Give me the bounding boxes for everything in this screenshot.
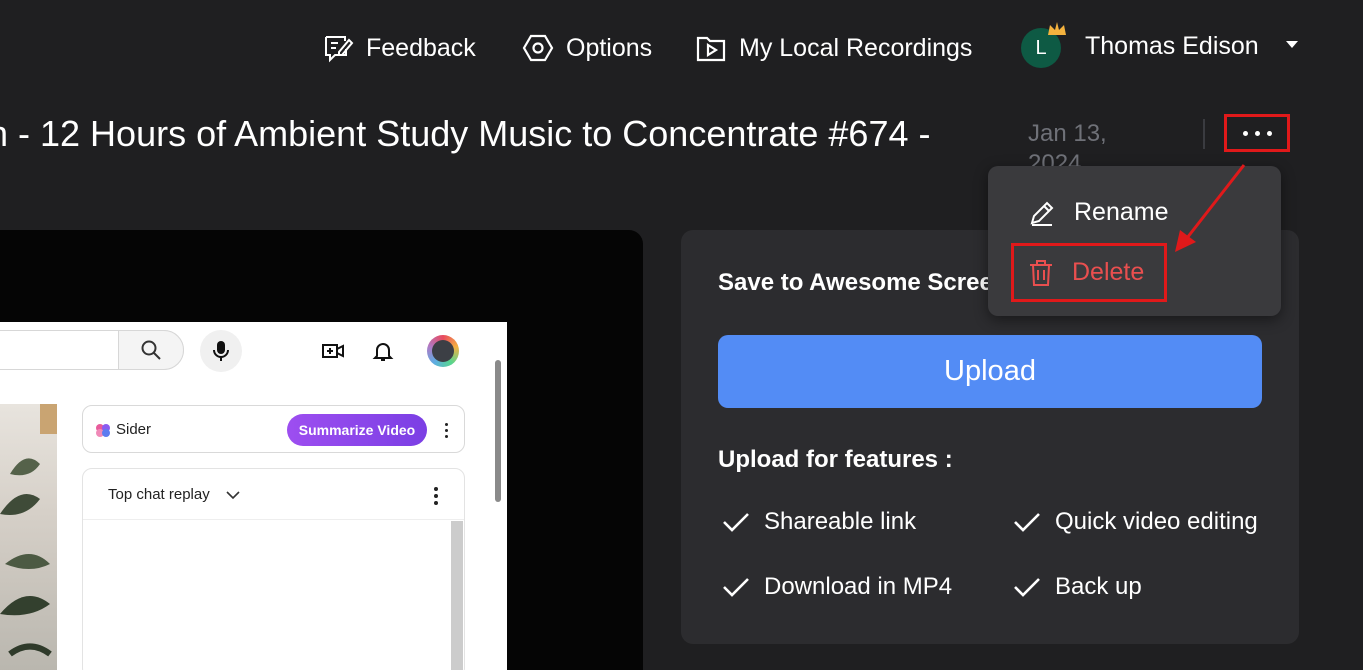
summarize-video-button: Summarize Video [287,414,427,446]
chat-replay-panel: Top chat replay [82,468,465,670]
more-vertical-icon [434,487,438,505]
feedback-icon [325,36,354,63]
my-local-recordings-button[interactable]: My Local Recordings [695,30,972,66]
options-icon [522,34,554,62]
more-dot-icon [1242,130,1248,136]
feedback-label: Feedback [366,33,476,62]
pencil-icon [1030,201,1054,226]
feature-label: Shareable link [764,508,917,535]
more-options-button[interactable] [1224,114,1290,152]
more-vertical-icon [445,423,449,438]
brain-icon [96,424,110,437]
feature-item: Shareable link [722,508,916,536]
divider [83,519,464,520]
feature-label: Back up [1055,573,1142,600]
upload-button[interactable]: Upload [718,335,1262,408]
crown-icon [1048,22,1066,35]
scrollbar [495,360,501,502]
recording-date: Jan 13, 2024 [1028,120,1107,171]
more-dot-icon [1254,130,1260,136]
sider-widget: Sider Summarize Video [82,405,465,453]
recording-title: n - 12 Hours of Ambient Study Music to C… [0,113,931,154]
avatar-initial: L [1035,36,1047,59]
feature-label: Quick video editing [1055,508,1258,535]
chevron-down-icon [226,491,240,500]
video-thumbnail [0,404,57,670]
folder-play-icon [696,36,726,62]
video-player[interactable]: Sider Summarize Video Top chat replay [0,230,643,670]
rename-label: Rename [1074,198,1169,226]
search-icon [118,330,184,370]
bell-icon [372,343,394,361]
scrollbar [451,521,463,670]
check-icon [1014,578,1040,597]
options-label: Options [566,33,653,62]
menu-item-rename[interactable]: Rename [1028,198,1169,227]
chat-replay-header: Top chat replay [108,486,210,503]
feature-item: Quick video editing [1013,508,1258,536]
delete-highlight-annotation [1011,243,1167,302]
user-name[interactable]: Thomas Edison [1085,30,1259,62]
sider-label: Sider [116,421,152,438]
recorded-browser-frame: Sider Summarize Video Top chat replay [0,322,507,670]
check-icon [1014,513,1040,532]
feature-item: Download in MP4 [722,573,952,601]
options-button[interactable]: Options [522,30,652,66]
check-icon [723,513,749,532]
channel-avatar [427,335,459,367]
features-title: Upload for features : [718,446,953,473]
my-local-recordings-label: My Local Recordings [739,33,973,62]
feedback-button[interactable]: Feedback [322,30,476,66]
feature-item: Back up [1013,573,1142,601]
more-dot-icon [1266,130,1272,136]
create-video-icon [322,344,344,358]
chevron-down-icon[interactable] [1286,41,1298,48]
divider [1203,119,1205,149]
check-icon [723,578,749,597]
feature-label: Download in MP4 [764,573,953,600]
save-title: Save to Awesome Screenshot [718,269,988,296]
microphone-icon [200,330,242,372]
